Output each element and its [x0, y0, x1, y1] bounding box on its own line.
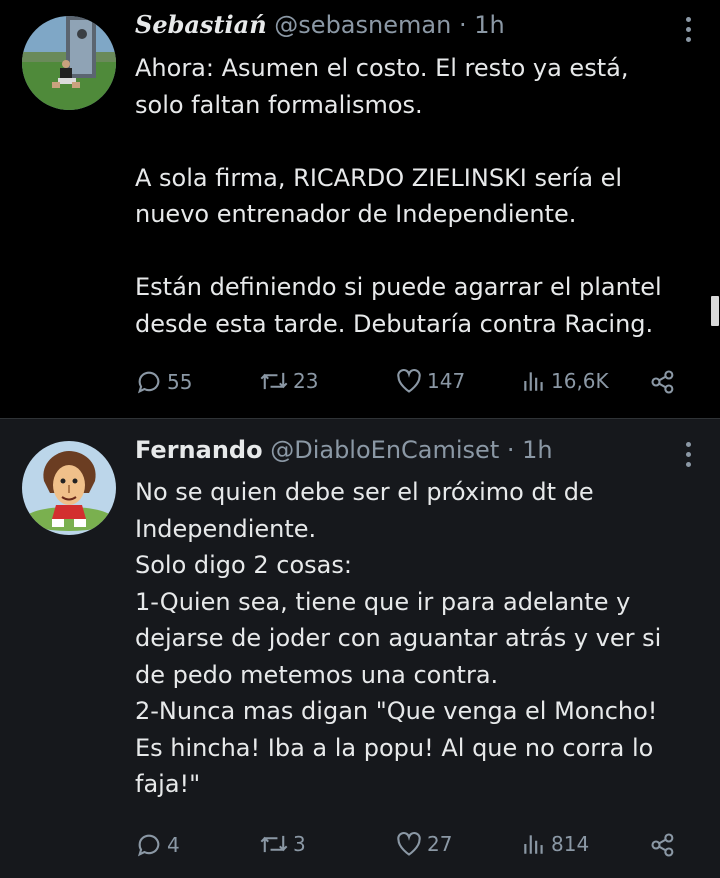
separator: · [506, 436, 515, 464]
text-line: 1-Quien sea, tiene que ir para adelante … [135, 587, 631, 616]
views-button[interactable]: 814 [521, 831, 589, 857]
like-button[interactable]: 147 [395, 368, 465, 394]
views-icon [521, 368, 547, 394]
tweet-header: Sebastiań @sebasneman · 1h [135, 10, 505, 39]
share-button[interactable] [649, 368, 677, 396]
text-line: No se quien debe ser el próximo dt de [135, 478, 594, 506]
like-button[interactable]: 27 [395, 831, 452, 857]
action-bar: 4 3 27 814 [135, 831, 695, 861]
scrollbar[interactable] [711, 296, 719, 326]
reply-button[interactable]: 4 [135, 831, 180, 859]
action-bar: 55 23 147 16,6K [135, 368, 695, 398]
text-line: Están definiendo si puede agarrar el pla… [135, 273, 662, 301]
tweet-text: Ahora: Asumen el costo. El resto ya está… [135, 50, 705, 342]
avatar[interactable] [22, 441, 116, 535]
display-name[interactable]: Sebastiań [135, 10, 267, 39]
views-icon [521, 831, 547, 857]
text-line: desde esta tarde. Debutaría contra Racin… [135, 309, 654, 338]
retweet-icon [259, 831, 289, 857]
tweet-text: No se quien debe ser el próximo dt de In… [135, 474, 705, 803]
reply-icon [135, 368, 163, 396]
views-button[interactable]: 16,6K [521, 368, 609, 394]
text-line: Ahora: Asumen el costo. El resto ya está… [135, 54, 629, 82]
reply-count: 4 [167, 833, 180, 857]
text-line: Independiente. [135, 514, 317, 543]
timestamp[interactable]: 1h [522, 436, 552, 464]
text-line: dejarse de joder con aguantar atrás y ve… [135, 624, 662, 652]
reply-count: 55 [167, 370, 193, 394]
text-line: Es hincha! Iba a la popu! Al que no corr… [135, 733, 654, 762]
more-icon[interactable] [686, 442, 692, 467]
user-handle[interactable]: @sebasneman [274, 11, 451, 39]
more-icon[interactable] [686, 17, 692, 42]
separator: · [458, 11, 467, 39]
text-line: 2-Nunca mas digan "Que venga el Moncho! [135, 697, 658, 725]
text-line: nuevo entrenador de Independiente. [135, 200, 577, 228]
view-count: 16,6K [551, 369, 609, 393]
user-handle[interactable]: @DiabloEnCamiset [270, 436, 499, 464]
retweet-button[interactable]: 23 [259, 368, 318, 394]
share-icon [649, 831, 677, 859]
text-line: A sola firma, RICARDO ZIELINSKI sería el [135, 163, 623, 192]
heart-icon [395, 831, 423, 857]
heart-icon [395, 368, 423, 394]
retweet-icon [259, 368, 289, 394]
tweet[interactable]: Sebastiań @sebasneman · 1h Ahora: Asumen… [0, 0, 720, 418]
reply-icon [135, 831, 163, 859]
text-line: Solo digo 2 cosas: [135, 551, 352, 579]
text-line: faja!" [135, 770, 201, 798]
text-line: solo faltan formalismos. [135, 90, 423, 119]
avatar[interactable] [22, 16, 116, 110]
view-count: 814 [551, 832, 590, 856]
like-count: 27 [427, 832, 453, 856]
display-name[interactable]: Fernando [135, 436, 263, 464]
retweet-button[interactable]: 3 [259, 831, 306, 857]
share-button[interactable] [649, 831, 677, 859]
retweet-count: 3 [293, 832, 306, 856]
tweet[interactable]: Fernando @DiabloEnCamiset · 1h No se qui… [0, 418, 720, 878]
text-line: de pedo metemos una contra. [135, 660, 499, 689]
tweet-header: Fernando @DiabloEnCamiset · 1h [135, 436, 553, 464]
timestamp[interactable]: 1h [474, 11, 504, 39]
reply-button[interactable]: 55 [135, 368, 192, 396]
share-icon [649, 368, 677, 396]
retweet-count: 23 [293, 369, 319, 393]
like-count: 147 [427, 369, 466, 393]
